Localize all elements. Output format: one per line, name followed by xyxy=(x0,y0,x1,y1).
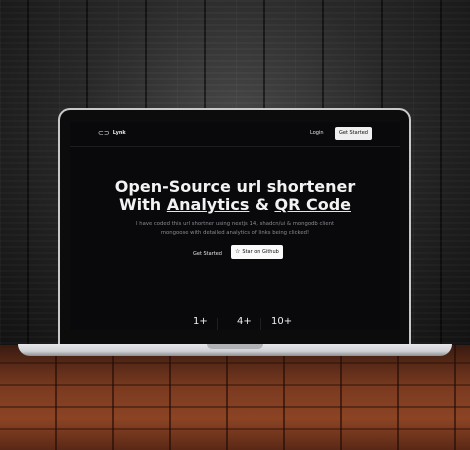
stat-value: 10+ xyxy=(271,316,293,327)
logo-text: Lynk xyxy=(112,130,126,136)
stat-value: 4+ xyxy=(237,316,252,327)
get-started-nav-button[interactable]: Get Started xyxy=(335,127,372,140)
hero-subtitle-line1: I have coded this url shortner using nex… xyxy=(135,221,335,227)
hero-subtitle-line2: mongoose with detailed analytics of link… xyxy=(160,230,310,236)
hero-title-with: With xyxy=(119,195,167,214)
hero-subtitle: I have coded this url shortner using nex… xyxy=(110,220,360,238)
analytics-highlight: Analytics xyxy=(166,195,250,214)
hero-title-amp: & xyxy=(249,195,275,214)
logo[interactable]: ⊂⊃ Lynk xyxy=(98,129,126,137)
stat-divider xyxy=(217,318,218,330)
star-icon: ☆ xyxy=(235,248,241,255)
star-button-label: Star on Github xyxy=(242,249,279,255)
qr-code-highlight: QR Code xyxy=(274,195,351,214)
laptop-notch xyxy=(207,344,263,349)
stat-value: 1+ xyxy=(193,316,208,327)
hero-title: Open-Source url shortener With Analytics… xyxy=(70,178,400,214)
star-on-github-button[interactable]: ☆ Star on Github xyxy=(231,245,283,259)
hero-title-line1: Open-Source url shortener xyxy=(114,177,356,196)
link-icon: ⊂⊃ xyxy=(98,129,110,137)
get-started-button[interactable]: Get Started xyxy=(189,248,226,260)
login-link[interactable]: Login xyxy=(310,130,324,136)
navbar: ⊂⊃ Lynk Login Get Started xyxy=(70,122,400,147)
wooden-floor xyxy=(0,345,470,450)
stat-divider xyxy=(260,318,261,330)
hero-title-line2: With Analytics & QR Code xyxy=(70,196,400,214)
laptop-screen: ⊂⊃ Lynk Login Get Started Open-Source ur… xyxy=(70,122,400,330)
